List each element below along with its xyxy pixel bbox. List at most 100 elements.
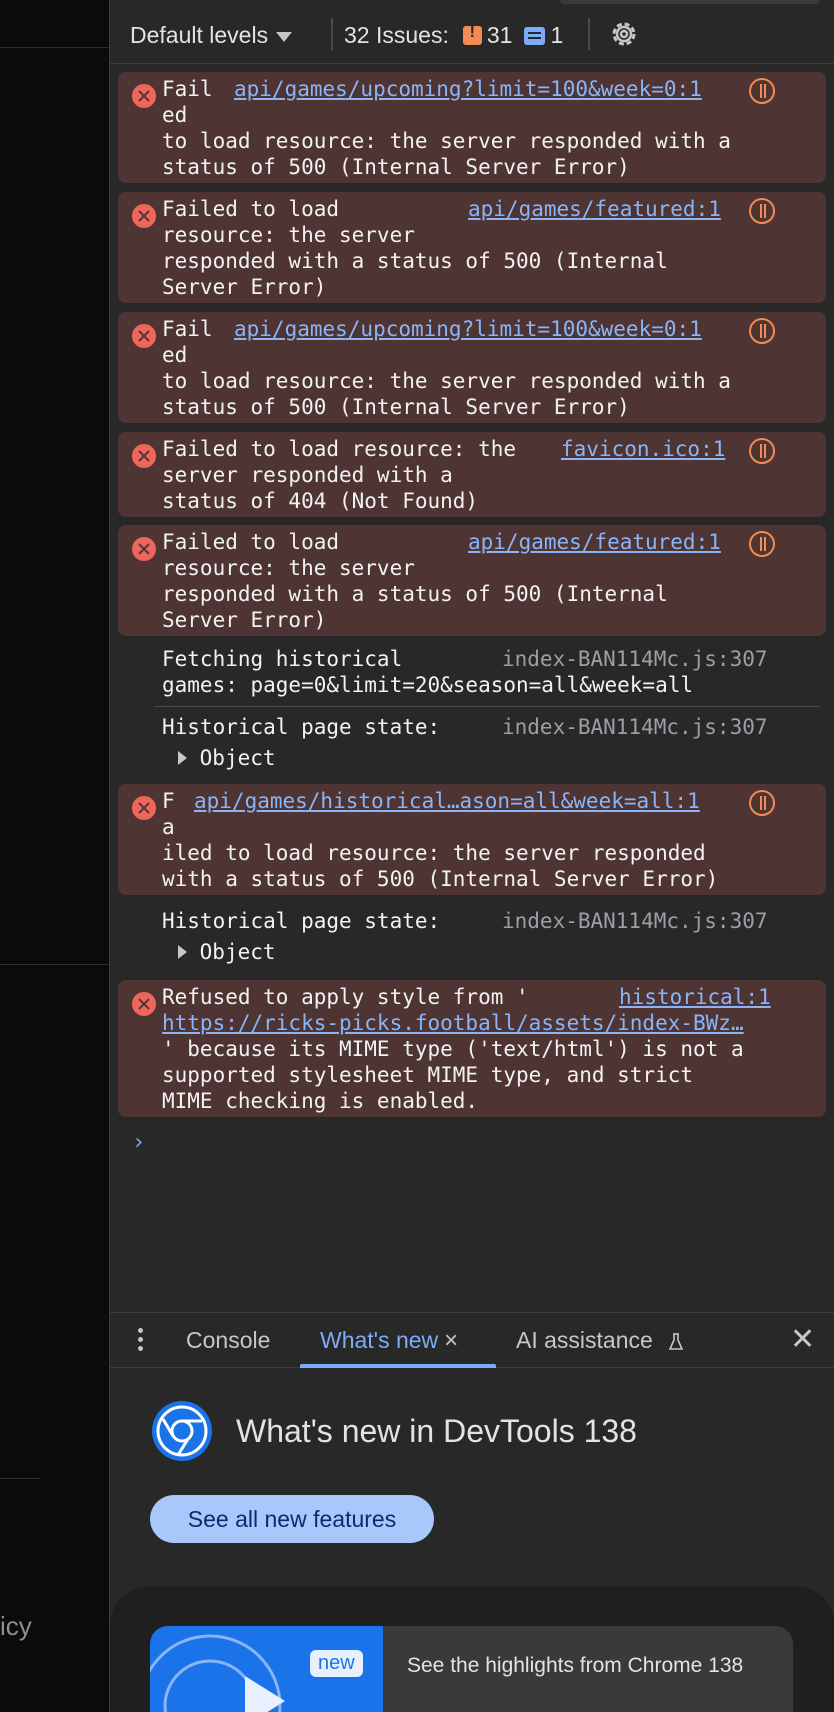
stylesheet-url-link[interactable]: https://ricks-picks.football/assets/inde… (162, 1010, 744, 1036)
message-text: responded with a status of 500 (Internal (162, 582, 668, 606)
object-expander[interactable]: Object (178, 939, 276, 965)
toolbar-separator (588, 18, 590, 50)
message-text: F (162, 789, 175, 813)
gear-icon[interactable] (608, 18, 640, 50)
network-request-icon[interactable] (749, 78, 775, 104)
highlight-card[interactable]: new See the highlights from Chrome 138 (150, 1626, 793, 1712)
source-link[interactable]: api/games/upcoming?limit=100&week=0:1 (234, 76, 702, 102)
message-text: resource: the server (162, 223, 415, 247)
message-text: ed (162, 343, 188, 367)
message-text: to load resource: the server responded w… (162, 129, 731, 153)
message-text: server responded with a (162, 463, 453, 487)
highlight-thumbnail: new (150, 1626, 383, 1712)
tab-label: What's new (320, 1327, 439, 1353)
warning-count: 31 (486, 22, 513, 48)
console-error-message: Failed to load resource: the server resp… (118, 432, 826, 517)
message-text: Failed to load (162, 197, 340, 221)
drawer-tabbar: Console What's new × AI assistance ✕ (110, 1313, 834, 1368)
object-expander[interactable]: Object (178, 745, 276, 771)
page-policy-text[interactable]: icy (0, 1611, 32, 1642)
message-text: Fetching historical (162, 647, 403, 671)
message-text: MIME checking is enabled. (162, 1089, 479, 1113)
source-link[interactable]: historical:1 (619, 984, 771, 1010)
info-count: 1 (550, 22, 564, 48)
message-text: Historical page state: (162, 909, 441, 933)
console-error-message: Refused to apply style from ' https://ri… (118, 980, 826, 1117)
source-link[interactable]: index-BAN114Mc.js:307 (502, 646, 768, 672)
source-link[interactable]: index-BAN114Mc.js:307 (502, 908, 768, 934)
highlights-area: new See the highlights from Chrome 138 (110, 1586, 834, 1712)
message-text: Fail (162, 317, 213, 341)
message-text: Fail (162, 77, 213, 101)
source-link[interactable]: api/games/featured:1 (468, 529, 721, 555)
message-divider (154, 706, 820, 707)
filter-input-edge[interactable] (560, 0, 820, 4)
message-icon (524, 26, 546, 45)
expand-triangle-icon (178, 945, 187, 959)
message-text: Server Error) (162, 275, 327, 299)
toolbar-separator (331, 18, 333, 50)
log-levels-dropdown[interactable]: Default levels (130, 22, 293, 49)
message-text: status of 500 (Internal Server Error) (162, 155, 630, 179)
log-levels-label: Default levels (130, 22, 269, 48)
tab-whats-new[interactable]: What's new × (320, 1327, 458, 1355)
network-request-icon[interactable] (749, 198, 775, 224)
message-text: resource: the server (162, 556, 415, 580)
network-request-icon[interactable] (749, 790, 775, 816)
source-link[interactable]: index-BAN114Mc.js:307 (502, 714, 768, 740)
tab-console[interactable]: Console (186, 1327, 270, 1354)
message-text: responded with a status of 500 (Internal (162, 249, 668, 273)
message-text: status of 500 (Internal Server Error) (162, 395, 630, 419)
console-prompt[interactable]: › (132, 1130, 145, 1155)
console-error-message: F a iled to load resource: the server re… (118, 784, 826, 895)
close-drawer-icon[interactable]: ✕ (790, 1325, 815, 1355)
see-all-features-button[interactable]: See all new features (150, 1495, 434, 1543)
network-request-icon[interactable] (749, 318, 775, 344)
source-link[interactable]: api/games/historical…ason=all&week=all:1 (194, 788, 700, 814)
console-error-message: Failed to load resource: the server resp… (118, 525, 826, 636)
error-icon (132, 84, 156, 108)
console-error-message: Fail ed to load resource: the server res… (118, 72, 826, 183)
expand-triangle-icon (178, 751, 187, 765)
message-text: games: page=0&limit=20&season=all&week=a… (162, 673, 694, 697)
page-divider (0, 964, 109, 965)
message-text: Failed to load (162, 530, 340, 554)
devtools-drawer: Console What's new × AI assistance ✕ Wha… (110, 1312, 834, 1712)
console-log-message: Historical page state: index-BAN114Mc.js… (118, 710, 826, 772)
error-icon (132, 796, 156, 820)
error-icon (132, 204, 156, 228)
new-badge: new (310, 1650, 363, 1677)
source-link[interactable]: api/games/upcoming?limit=100&week=0:1 (234, 316, 702, 342)
network-request-icon[interactable] (749, 531, 775, 557)
object-label: Object (199, 940, 276, 964)
issues-counter-button[interactable]: 32 Issues: 31 1 (344, 22, 563, 49)
console-error-message: Failed to load resource: the server resp… (118, 192, 826, 303)
error-icon (132, 444, 156, 468)
source-link[interactable]: api/games/featured:1 (468, 196, 721, 222)
message-text: with a status of 500 (Internal Server Er… (162, 867, 719, 891)
error-icon (132, 992, 156, 1016)
flask-icon (669, 1333, 684, 1350)
message-text: Refused to apply style from ' (162, 985, 529, 1009)
tab-ai-assistance[interactable]: AI assistance (516, 1327, 684, 1354)
console-log-message: Historical page state: index-BAN114Mc.js… (118, 904, 826, 966)
highlight-text: See the highlights from Chrome 138 (407, 1654, 744, 1677)
devtools-panel: Default levels 32 Issues: 31 1 Fail ed t… (109, 0, 834, 1712)
active-tab-indicator (300, 1364, 496, 1368)
tab-label: AI assistance (516, 1327, 653, 1353)
chrome-logo-icon (152, 1401, 212, 1461)
error-icon (132, 537, 156, 561)
whats-new-panel: What's new in DevTools 138 See all new f… (110, 1369, 834, 1712)
source-link[interactable]: favicon.ico:1 (561, 436, 725, 462)
message-text: supported stylesheet MIME type, and stri… (162, 1063, 694, 1087)
message-text: iled to load resource: the server respon… (162, 841, 706, 865)
close-icon[interactable]: × (444, 1327, 458, 1355)
message-text: ed (162, 103, 188, 127)
message-text: Failed to load resource: the (162, 437, 517, 461)
console-toolbar: Default levels 32 Issues: 31 1 (110, 0, 834, 64)
network-request-icon[interactable] (749, 438, 775, 464)
console-log-message: Fetching historical games: page=0&limit=… (118, 642, 826, 702)
more-tabs-icon[interactable] (138, 1328, 144, 1356)
page-divider (0, 47, 109, 48)
message-text: status of 404 (Not Found) (162, 489, 479, 513)
